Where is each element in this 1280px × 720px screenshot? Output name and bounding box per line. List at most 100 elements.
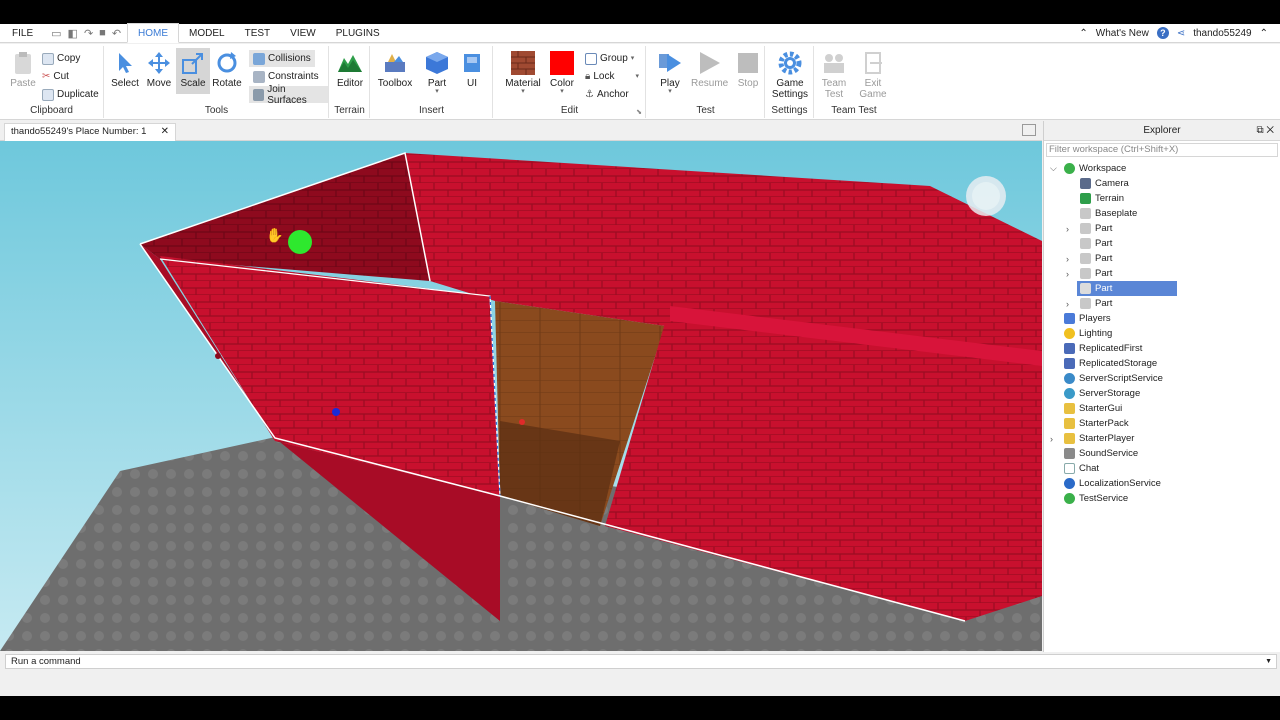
- command-bar-input[interactable]: Run a command ▼: [5, 654, 1277, 669]
- explorer-filter-input[interactable]: Filter workspace (Ctrl+Shift+X): [1046, 143, 1278, 157]
- tree-item-lighting[interactable]: Lighting: [1064, 326, 1112, 341]
- tree-item-workspace[interactable]: ⌵ Workspace: [1050, 161, 1126, 176]
- ui-button[interactable]: UI: [455, 48, 489, 94]
- scale-button[interactable]: Scale: [176, 48, 210, 94]
- tree-item-players[interactable]: Players: [1064, 311, 1111, 326]
- tree-item-part-selected[interactable]: Part: [1077, 281, 1177, 296]
- color-button[interactable]: Color ▾: [545, 48, 579, 95]
- expand-part-icon[interactable]: ›: [1066, 299, 1069, 309]
- redo-icon[interactable]: ↷: [84, 27, 93, 40]
- tree-item-terrain[interactable]: Terrain: [1080, 191, 1124, 206]
- material-icon: [511, 51, 535, 75]
- edit-expand-icon[interactable]: ⬊: [636, 108, 642, 116]
- tab-home[interactable]: HOME: [127, 23, 180, 43]
- clipboard-group: Paste Copy ✂ Cut Duplicate Clipboard: [0, 46, 104, 118]
- select-button[interactable]: Select: [108, 48, 142, 94]
- resume-icon: [700, 52, 720, 74]
- team-test-button[interactable]: Team Test: [817, 48, 851, 100]
- expand-part-icon[interactable]: ›: [1066, 254, 1069, 264]
- tree-item-chat[interactable]: Chat: [1064, 461, 1099, 476]
- play-button[interactable]: Play ▾: [653, 48, 687, 95]
- lock-button[interactable]: 🔒︎ Lock ▾: [585, 68, 639, 85]
- command-history-dropdown-icon[interactable]: ▼: [1265, 655, 1272, 668]
- anchor-button[interactable]: ⚓︎ Anchor: [585, 86, 629, 103]
- tree-item-localizationservice[interactable]: LocalizationService: [1064, 476, 1161, 491]
- new-file-icon[interactable]: ▭: [51, 27, 61, 40]
- dock-icon[interactable]: ⧉: [1256, 125, 1263, 136]
- color-dropdown-icon[interactable]: ▾: [545, 88, 579, 95]
- place-tab[interactable]: thando55249's Place Number: 1 ✕: [4, 123, 176, 141]
- paste-button[interactable]: Paste: [6, 48, 40, 94]
- scene-render: ✋: [0, 141, 1042, 651]
- help-icon[interactable]: ?: [1156, 27, 1169, 39]
- tree-item-serverstorage[interactable]: ServerStorage: [1064, 386, 1140, 401]
- command-bar-placeholder: Run a command: [11, 656, 81, 667]
- tree-item-baseplate[interactable]: Baseplate: [1080, 206, 1137, 221]
- tree-item-startergui[interactable]: StarterGui: [1064, 401, 1122, 416]
- tab-model[interactable]: MODEL: [179, 24, 235, 43]
- close-explorer-icon[interactable]: ✕: [1266, 125, 1274, 136]
- tree-item-part[interactable]: › Part: [1066, 251, 1112, 266]
- share-icon[interactable]: ⋖: [1177, 28, 1185, 39]
- close-tab-icon[interactable]: ✕: [161, 124, 169, 140]
- expand-part-icon[interactable]: ›: [1066, 269, 1069, 279]
- stop-button[interactable]: Stop: [731, 48, 765, 94]
- material-button[interactable]: Material ▾: [504, 48, 542, 95]
- tree-item-serverscriptservice[interactable]: ServerScriptService: [1064, 371, 1163, 386]
- tree-item-replicatedfirst[interactable]: ReplicatedFirst: [1064, 341, 1142, 356]
- exit-game-button[interactable]: Exit Game: [856, 48, 890, 100]
- tree-item-starterplayer[interactable]: › StarterPlayer: [1050, 431, 1134, 446]
- whats-new-link[interactable]: What's New: [1096, 28, 1149, 39]
- toolbox-button[interactable]: Toolbox: [376, 48, 414, 94]
- starter-gui-icon: [1064, 403, 1075, 414]
- tab-file[interactable]: FILE: [0, 24, 45, 43]
- tree-item-part[interactable]: › Part: [1066, 296, 1112, 311]
- resume-button[interactable]: Resume: [691, 48, 728, 94]
- tree-item-part[interactable]: › Part: [1066, 221, 1112, 236]
- expand-starterplayer-icon[interactable]: ›: [1050, 434, 1053, 444]
- move-button[interactable]: Move: [142, 48, 176, 94]
- part-dropdown-icon[interactable]: ▾: [420, 88, 454, 95]
- duplicate-button[interactable]: Duplicate: [42, 86, 99, 103]
- part-icon: [1080, 223, 1091, 234]
- panel-toggle-icon[interactable]: [1022, 124, 1036, 136]
- view-cube[interactable]: [966, 176, 1006, 216]
- username-label[interactable]: thando55249: [1193, 28, 1251, 39]
- tab-plugins[interactable]: PLUGINS: [326, 24, 390, 43]
- material-dropdown-icon[interactable]: ▾: [504, 88, 542, 95]
- tree-item-camera[interactable]: Camera: [1080, 176, 1129, 191]
- scale-handle[interactable]: [288, 230, 312, 254]
- group-button[interactable]: Group ▾: [585, 50, 634, 67]
- tree-item-part[interactable]: Part: [1080, 236, 1112, 251]
- terrain-editor-button[interactable]: Editor: [333, 48, 367, 94]
- collisions-toggle[interactable]: Collisions: [249, 50, 315, 67]
- collapse-ribbon-icon[interactable]: ⌃: [1079, 28, 1087, 39]
- terrain-group: Editor Terrain: [330, 46, 370, 118]
- tab-view[interactable]: VIEW: [280, 24, 326, 43]
- undo-icon[interactable]: ↶: [112, 27, 121, 40]
- join-surfaces-icon: [253, 88, 265, 101]
- tree-item-replicatedstorage[interactable]: ReplicatedStorage: [1064, 356, 1157, 371]
- cut-button[interactable]: ✂ Cut: [42, 68, 69, 85]
- play-dropdown-icon[interactable]: ▾: [653, 88, 687, 95]
- tree-item-starterpack[interactable]: StarterPack: [1064, 416, 1129, 431]
- game-settings-button[interactable]: Game Settings: [770, 48, 810, 100]
- tree-item-testservice[interactable]: TestService: [1064, 491, 1128, 506]
- copy-button[interactable]: Copy: [42, 50, 80, 67]
- join-surfaces-toggle[interactable]: Join Surfaces: [249, 84, 328, 106]
- tab-test[interactable]: TEST: [235, 24, 281, 43]
- starter-pack-icon: [1064, 418, 1075, 429]
- part-button[interactable]: Part ▾: [420, 48, 454, 95]
- tree-item-part[interactable]: › Part: [1066, 266, 1112, 281]
- camera-icon: [1080, 178, 1091, 189]
- rotate-button[interactable]: Rotate: [210, 48, 244, 94]
- 3d-viewport[interactable]: ✋: [0, 141, 1042, 651]
- open-file-icon[interactable]: ◧: [68, 27, 78, 40]
- expand-workspace-icon[interactable]: ⌵: [1050, 163, 1057, 174]
- server-script-service-icon: [1064, 373, 1075, 384]
- tree-item-soundservice[interactable]: SoundService: [1064, 446, 1138, 461]
- chevron-up-icon[interactable]: ⌃: [1260, 28, 1268, 39]
- save-icon[interactable]: ■: [99, 27, 106, 40]
- expand-part-icon[interactable]: ›: [1066, 224, 1069, 234]
- constraints-toggle[interactable]: Constraints: [249, 68, 323, 85]
